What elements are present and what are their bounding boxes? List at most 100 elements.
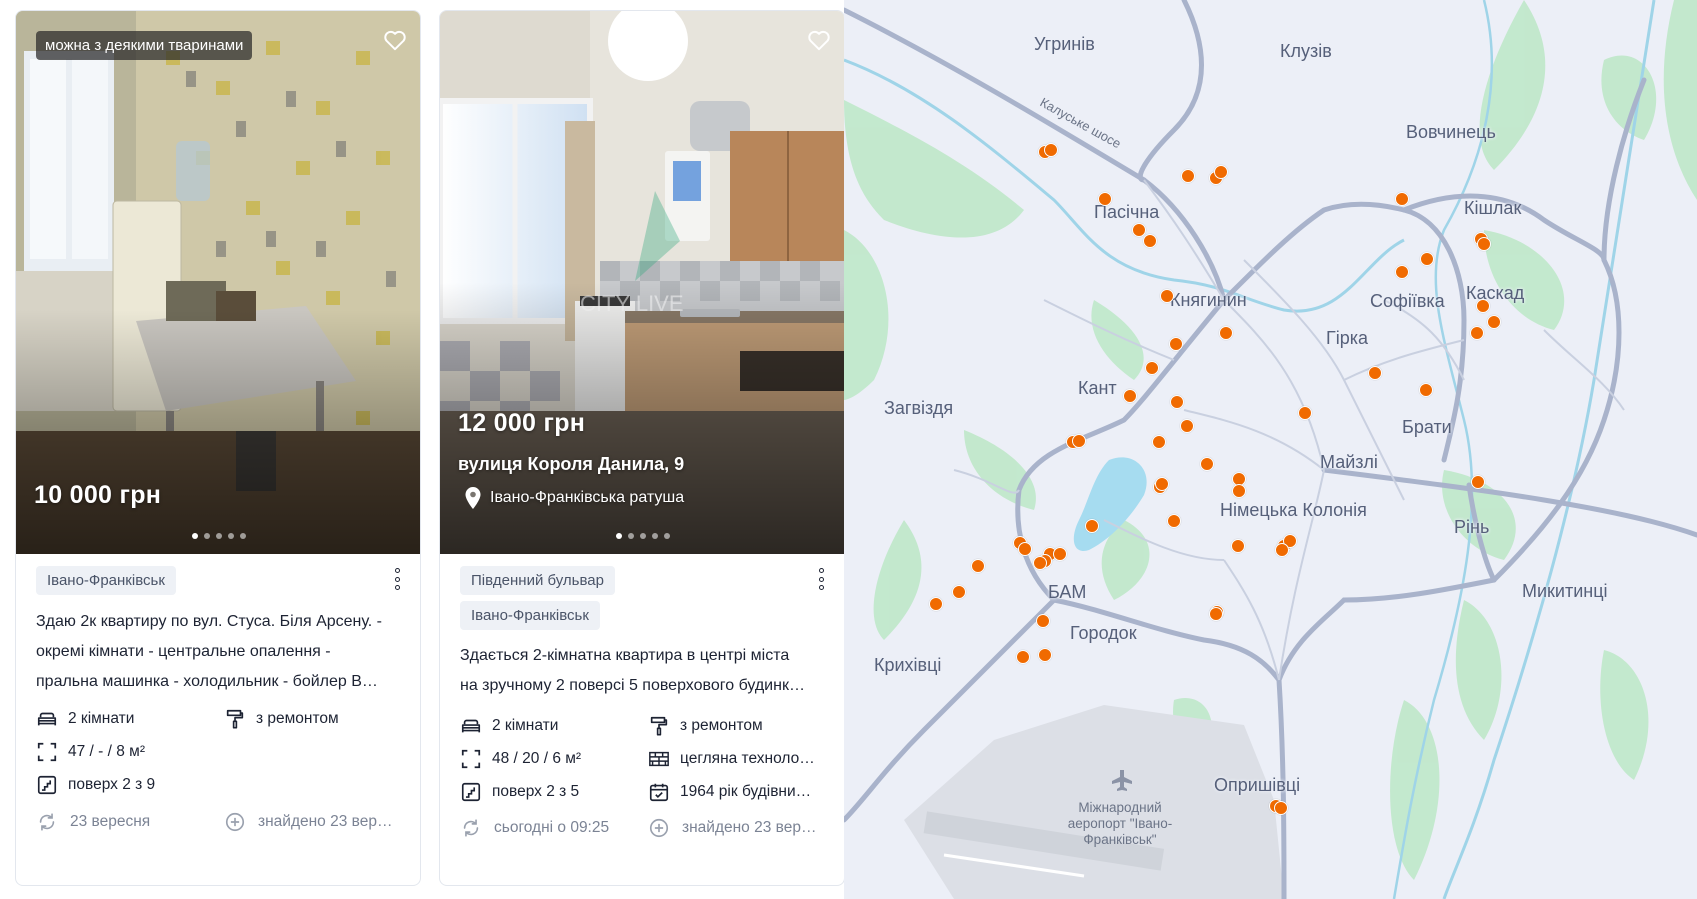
listing-pin[interactable] [1487, 315, 1501, 329]
listings-map[interactable]: Калуське шосе Угринів Клузів Вовчинець П… [844, 0, 1697, 899]
listing-pin[interactable] [1274, 801, 1288, 815]
listing-pin[interactable] [1155, 477, 1169, 491]
pager-dot[interactable] [640, 533, 646, 539]
listing-pin[interactable] [1476, 299, 1490, 313]
listing-pin[interactable] [1419, 383, 1433, 397]
listing-pin[interactable] [1214, 165, 1228, 179]
listing-card-2[interactable]: CITY LIVE 12 000 грн вулиця Короля Данил… [439, 10, 845, 886]
pager-dot[interactable] [228, 533, 234, 539]
plus-circle-icon [649, 818, 669, 838]
listing-pin[interactable] [1033, 556, 1047, 570]
listing-pin[interactable] [1167, 514, 1181, 528]
listing-pin[interactable] [1420, 252, 1434, 266]
listing-pin[interactable] [1170, 395, 1184, 409]
description-line: Здається 2-кімнатна квартира в центрі мі… [460, 647, 790, 664]
heart-icon[interactable] [806, 27, 832, 53]
listing-pin[interactable] [1038, 648, 1052, 662]
refresh-icon [39, 813, 55, 831]
listing-pin[interactable] [1098, 192, 1112, 206]
listing-photo[interactable]: можна з деякими тваринами 10 000 грн [16, 11, 420, 554]
listing-pin[interactable] [1219, 326, 1233, 340]
map-label-kniahynyn: Княгинин [1170, 290, 1247, 310]
feature-rooms: 2 кімнати [460, 715, 558, 737]
listing-pin[interactable] [1053, 547, 1067, 561]
listing-card-1[interactable]: можна з деякими тваринами 10 000 грн Іва… [15, 10, 421, 886]
photo-pager[interactable] [440, 533, 844, 539]
listing-pin[interactable] [1016, 650, 1030, 664]
listing-pin[interactable] [1395, 192, 1409, 206]
listing-pin[interactable] [929, 597, 943, 611]
map-label-krykhivtsi: Крихівці [874, 655, 942, 675]
listing-description[interactable]: Здається 2-кімнатна квартира в центрі мі… [460, 641, 830, 701]
pager-dot[interactable] [192, 533, 198, 539]
listing-pin[interactable] [1231, 539, 1245, 553]
listing-photo[interactable]: CITY LIVE 12 000 грн вулиця Короля Данил… [440, 11, 844, 554]
pager-dot[interactable] [652, 533, 658, 539]
description-line: Здаю 2к квартиру по вул. Стуса. Біля Арс… [36, 613, 383, 630]
map-canvas: Калуське шосе [844, 0, 1697, 899]
listing-pin[interactable] [1036, 614, 1050, 628]
listing-pin[interactable] [1044, 143, 1058, 157]
listing-pin[interactable] [1471, 475, 1485, 489]
map-label-airport: Міжнародний аеропорт "Івано- Франківськ" [1040, 800, 1200, 848]
listing-pin[interactable] [1209, 607, 1223, 621]
map-label-mykytyntsi: Микитинці [1522, 581, 1608, 601]
listing-description[interactable]: Здаю 2к квартиру по вул. Стуса. Біля Арс… [36, 607, 406, 697]
floor-text: поверх 2 з 5 [492, 783, 580, 800]
updated-date: 23 вересня [36, 811, 150, 833]
map-label-kluziv: Клузів [1280, 41, 1332, 61]
listing-pin[interactable] [1072, 434, 1086, 448]
refresh-icon [463, 819, 479, 837]
airport-line: Франківськ" [1083, 832, 1157, 847]
listing-pin[interactable] [1085, 519, 1099, 533]
listing-pin[interactable] [1470, 326, 1484, 340]
pager-dot[interactable] [628, 533, 634, 539]
stairs-icon [37, 775, 57, 795]
found-date: знайдено 23 вер… [224, 811, 392, 833]
listing-pin[interactable] [1018, 542, 1032, 556]
listing-pin[interactable] [1152, 435, 1166, 449]
listing-pin[interactable] [1477, 237, 1491, 251]
found-text: знайдено 23 вер… [258, 813, 393, 830]
pager-dot[interactable] [204, 533, 210, 539]
listing-pin[interactable] [1232, 484, 1246, 498]
photo-pager[interactable] [16, 533, 420, 539]
pager-dot[interactable] [616, 533, 622, 539]
listing-address: вулиця Короля Данила, 9 [458, 454, 685, 474]
map-label-zahvizdia: Загвіздя [884, 398, 954, 418]
feature-floor: поверх 2 з 9 [36, 774, 155, 796]
area-text: 48 / 20 / 6 м² [492, 750, 582, 767]
pager-dot[interactable] [664, 533, 670, 539]
feature-rooms: 2 кімнати [36, 708, 134, 730]
airport-line: аеропорт "Івано- [1067, 816, 1173, 831]
listing-pin[interactable] [971, 559, 985, 573]
paint-roller-icon [226, 709, 244, 729]
map-label-bam: БАМ [1048, 582, 1087, 602]
heart-icon[interactable] [382, 27, 408, 53]
listing-pin[interactable] [1368, 366, 1382, 380]
pager-dot[interactable] [240, 533, 246, 539]
listing-pin[interactable] [1132, 223, 1146, 237]
listing-pin[interactable] [1275, 543, 1289, 557]
listing-pin[interactable] [1169, 337, 1183, 351]
plus-circle-icon [225, 812, 245, 832]
listing-pin[interactable] [1143, 234, 1157, 248]
listing-pin[interactable] [1160, 289, 1174, 303]
listing-pin[interactable] [1180, 419, 1194, 433]
listing-pin[interactable] [1181, 169, 1195, 183]
listing-pin[interactable] [1123, 389, 1137, 403]
listing-pin[interactable] [1395, 265, 1409, 279]
listing-pin[interactable] [1200, 457, 1214, 471]
airport-line: Міжнародний [1078, 800, 1162, 815]
tag-city[interactable]: Івано-Франківськ [36, 566, 176, 595]
pager-dot[interactable] [216, 533, 222, 539]
feature-material: цегляна техноло… [648, 748, 815, 770]
more-icon[interactable] [818, 568, 824, 590]
tag-district[interactable]: Південний бульвар [460, 566, 615, 595]
tag-city[interactable]: Івано-Франківськ [460, 601, 600, 630]
listing-pin[interactable] [1145, 361, 1159, 375]
listing-pin[interactable] [1298, 406, 1312, 420]
area-text: 47 / - / 8 м² [68, 743, 145, 760]
more-icon[interactable] [394, 568, 400, 590]
listing-pin[interactable] [952, 585, 966, 599]
